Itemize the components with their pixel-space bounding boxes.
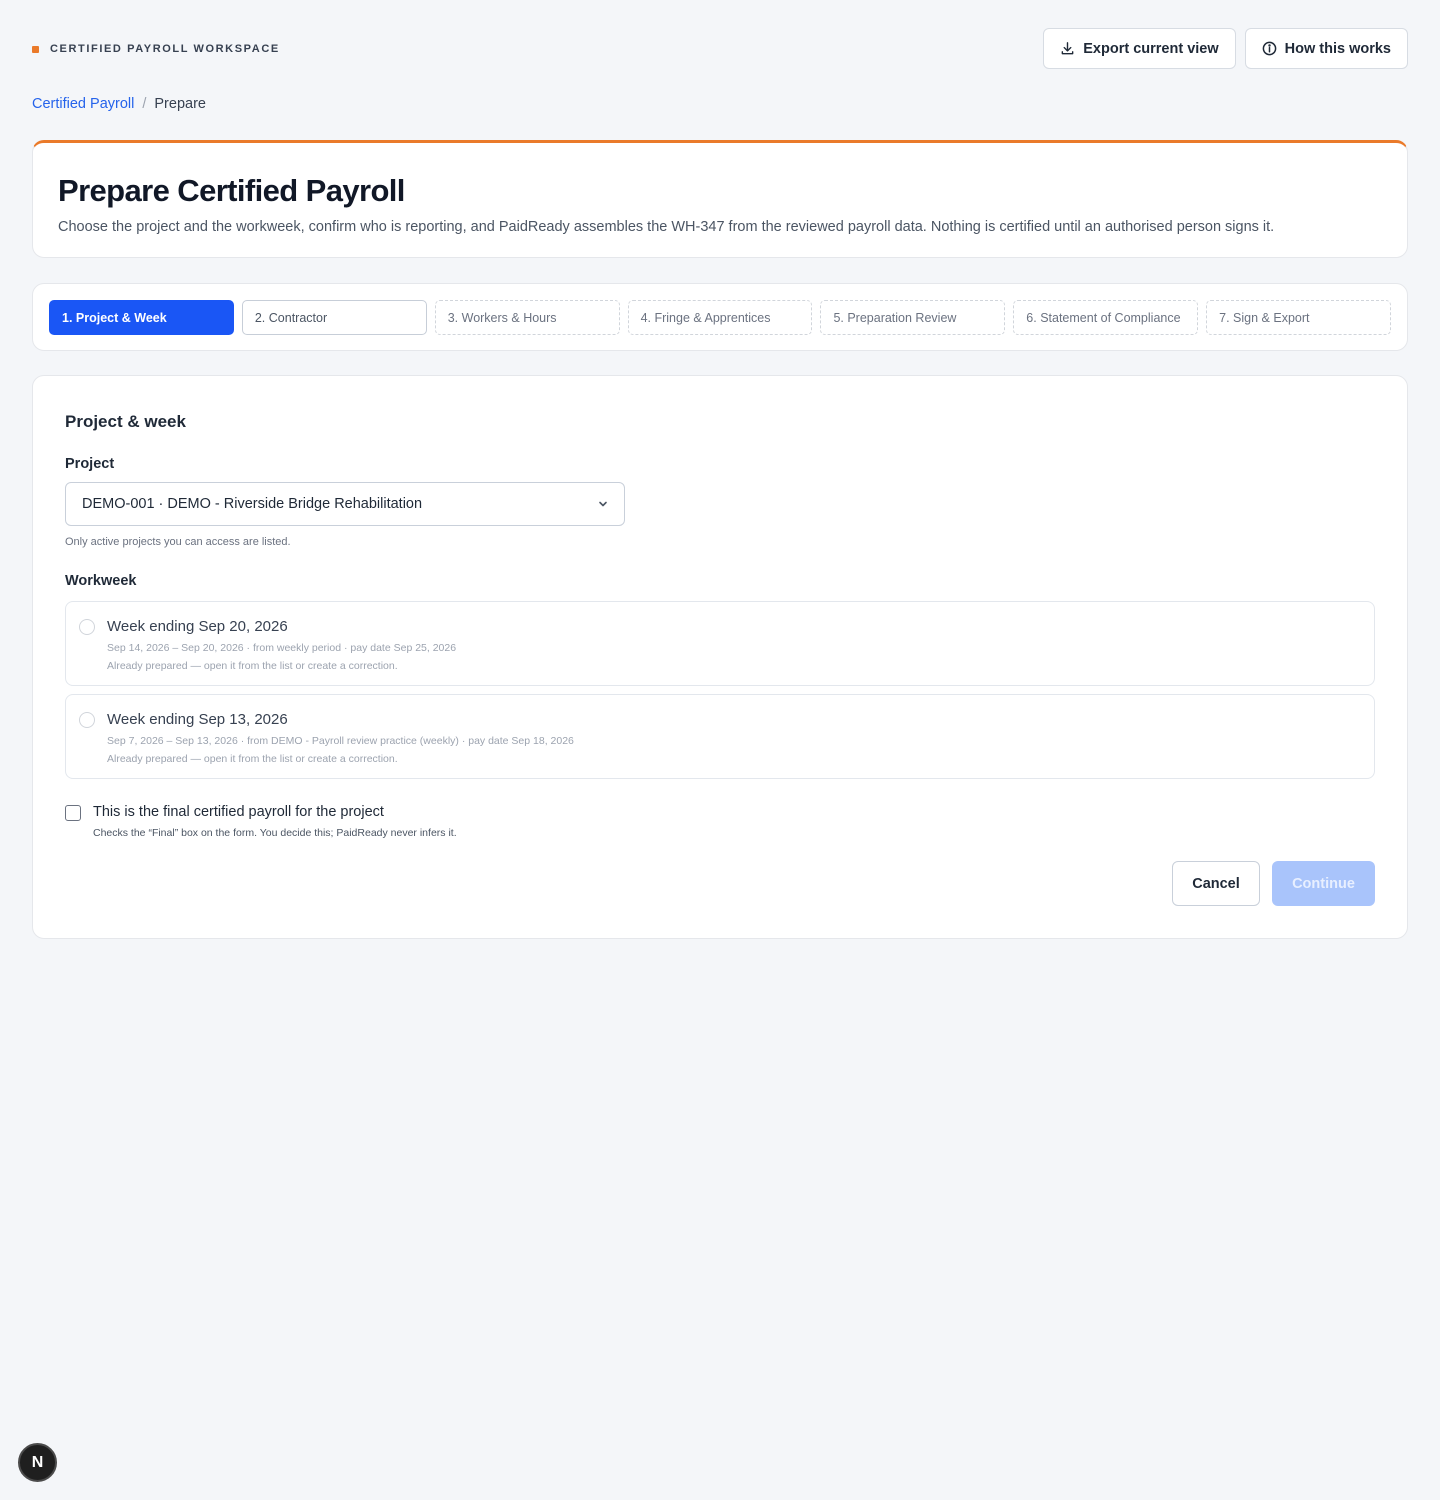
project-select[interactable]: DEMO-001 · DEMO - Riverside Bridge Rehab…	[65, 482, 625, 526]
step-project-week[interactable]: 1. Project & Week	[49, 300, 234, 335]
form-actions: Cancel Continue	[1172, 861, 1375, 906]
workweek-radio[interactable]	[79, 619, 95, 635]
page-header-card: Prepare Certified Payroll Choose the pro…	[32, 140, 1408, 258]
project-select-value: DEMO-001 · DEMO - Riverside Bridge Rehab…	[82, 496, 423, 512]
breadcrumb-certified-payroll[interactable]: Certified Payroll	[32, 96, 134, 112]
wizard-stepper: 1. Project & Week 2. Contractor 3. Worke…	[32, 283, 1408, 351]
workspace-title: CERTIFIED PAYROLL WORKSPACE	[50, 43, 280, 55]
how-this-works-button[interactable]: How this works	[1244, 28, 1408, 69]
final-payroll-checkbox[interactable]	[65, 805, 81, 821]
top-bar: CERTIFIED PAYROLL WORKSPACE Export curre…	[32, 28, 1408, 70]
workweek-label: Workweek	[65, 573, 137, 589]
final-payroll-label[interactable]: This is the final certified payroll for …	[93, 804, 384, 820]
top-actions: Export current view How this works	[1043, 28, 1408, 69]
breadcrumb-current: Prepare	[154, 96, 206, 112]
breadcrumb: Certified Payroll / Prepare	[32, 96, 206, 112]
cancel-button[interactable]: Cancel	[1172, 861, 1260, 906]
project-help-text: Only active projects you can access are …	[65, 536, 291, 548]
workspace-accent-dot	[32, 45, 39, 53]
workweek-title: Week ending Sep 20, 2026	[107, 618, 288, 635]
step-preparation-review[interactable]: 5. Preparation Review	[820, 300, 1006, 335]
dev-tools-badge[interactable]: N	[18, 1443, 57, 1482]
workspace-label: CERTIFIED PAYROLL WORKSPACE	[32, 43, 280, 55]
page-title: Prepare Certified Payroll	[58, 173, 405, 208]
workweek-note: Already prepared — open it from the list…	[107, 753, 398, 765]
how-button-label: How this works	[1284, 40, 1391, 57]
download-icon	[1061, 42, 1074, 55]
project-label: Project	[65, 456, 115, 472]
continue-button[interactable]: Continue	[1272, 861, 1375, 906]
workweek-title: Week ending Sep 13, 2026	[107, 711, 288, 728]
workweek-option-sep-13[interactable]: Week ending Sep 13, 2026 Sep 7, 2026 – S…	[65, 694, 1375, 779]
workweek-option-sep-20[interactable]: Week ending Sep 20, 2026 Sep 14, 2026 – …	[65, 601, 1375, 686]
section-title: Project & week	[65, 412, 186, 431]
chevron-down-icon	[599, 501, 607, 507]
step-contractor[interactable]: 2. Contractor	[241, 300, 427, 335]
workweek-radio[interactable]	[79, 712, 95, 728]
step-sign-export[interactable]: 7. Sign & Export	[1206, 300, 1392, 335]
step-fringe-apprentices[interactable]: 4. Fringe & Apprentices	[627, 300, 813, 335]
breadcrumb-separator: /	[142, 96, 147, 112]
page-description: Choose the project and the workweek, con…	[58, 219, 1275, 235]
workweek-note: Already prepared — open it from the list…	[107, 660, 398, 672]
info-icon	[1262, 41, 1276, 56]
workweek-meta: Sep 14, 2026 – Sep 20, 2026 · from weekl…	[107, 642, 457, 654]
step-workers-hours[interactable]: 3. Workers & Hours	[434, 300, 620, 335]
export-button-label: Export current view	[1083, 40, 1219, 57]
final-payroll-help: Checks the “Final” box on the form. You …	[93, 827, 457, 839]
project-week-form: Project & week Project DEMO-001 · DEMO -…	[32, 375, 1408, 939]
step-statement-of-compliance[interactable]: 6. Statement of Compliance	[1013, 300, 1199, 335]
workweek-meta: Sep 7, 2026 – Sep 13, 2026 · from DEMO -…	[107, 735, 574, 747]
export-current-view-button[interactable]: Export current view	[1043, 28, 1236, 69]
